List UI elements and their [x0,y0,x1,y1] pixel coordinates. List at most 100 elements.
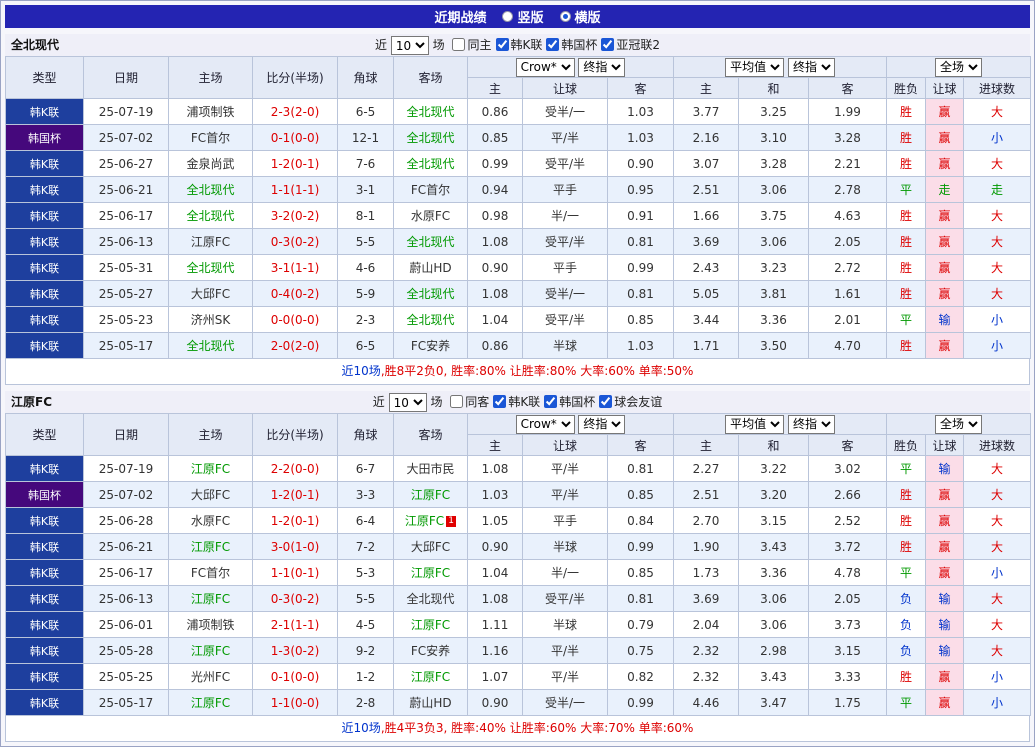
filter-checkbox[interactable]: 韩国杯 [544,395,595,409]
home-team[interactable]: 全北现代 [169,333,253,359]
away-team[interactable]: 江原FC [394,664,468,690]
score[interactable]: 0-3(0-2) [253,229,338,255]
score[interactable]: 1-1(0-1) [253,560,338,586]
avg-source-select[interactable]: 平均值 [725,415,784,434]
checkbox-icon[interactable] [546,38,559,51]
score[interactable]: 1-1(1-1) [253,177,338,203]
away-team[interactable]: FC安养 [394,638,468,664]
score[interactable]: 1-2(0-1) [253,508,338,534]
home-team[interactable]: 浦项制铁 [169,99,253,125]
away-team[interactable]: 江原FC1 [394,508,468,534]
checkbox-icon[interactable] [544,395,557,408]
avg-final-select[interactable]: 终指 [788,58,835,77]
score[interactable]: 1-3(0-2) [253,638,338,664]
filter-checkbox[interactable]: 同主 [452,38,491,52]
filter-checkbox[interactable]: 球会友谊 [599,395,662,409]
filter-checkbox[interactable]: 韩K联 [496,38,543,52]
scope-select[interactable]: 全场 [935,58,982,77]
scope-select[interactable]: 全场 [935,415,982,434]
away-team[interactable]: 蔚山HD [394,255,468,281]
home-team[interactable]: 江原FC [169,586,253,612]
home-team[interactable]: 全北现代 [169,177,253,203]
score[interactable]: 0-0(0-0) [253,307,338,333]
result-goals: 小 [964,307,1031,333]
home-team[interactable]: 江原FC [169,229,253,255]
score[interactable]: 2-0(2-0) [253,333,338,359]
filter-checkbox[interactable]: 同客 [450,395,489,409]
odds-final-select[interactable]: 终指 [578,415,625,434]
home-team[interactable]: FC首尔 [169,125,253,151]
score[interactable]: 0-4(0-2) [253,281,338,307]
filter-checkbox[interactable]: 亚冠联2 [601,38,660,52]
home-team[interactable]: 江原FC [169,534,253,560]
away-team[interactable]: 大田市民 [394,456,468,482]
checkbox-icon[interactable] [496,38,509,51]
match-count-select[interactable]: 10 [389,393,427,412]
checkbox-icon[interactable] [450,395,463,408]
result-goals: 大 [964,203,1031,229]
checkbox-icon[interactable] [601,38,614,51]
score[interactable]: 0-1(0-0) [253,664,338,690]
away-team[interactable]: 全北现代 [394,281,468,307]
filter-checkbox[interactable]: 韩国杯 [546,38,597,52]
away-team[interactable]: 全北现代 [394,229,468,255]
away-team[interactable]: 全北现代 [394,151,468,177]
radio-horizontal-icon[interactable] [560,11,571,22]
home-team[interactable]: 江原FC [169,690,253,716]
home-team[interactable]: 全北现代 [169,203,253,229]
score[interactable]: 0-3(0-2) [253,586,338,612]
home-team[interactable]: 江原FC [169,638,253,664]
radio-vertical-icon[interactable] [502,11,513,22]
checkbox-icon[interactable] [599,395,612,408]
score[interactable]: 1-2(0-1) [253,482,338,508]
home-team[interactable]: 水原FC [169,508,253,534]
score[interactable]: 3-1(1-1) [253,255,338,281]
view-option-horizontal[interactable]: 横版 [560,7,601,26]
away-team[interactable]: 江原FC [394,482,468,508]
score[interactable]: 3-2(0-2) [253,203,338,229]
odds-source-select[interactable]: Crow* [516,415,575,434]
away-team[interactable]: 蔚山HD [394,690,468,716]
away-team[interactable]: 全北现代 [394,125,468,151]
handicap-line: 平手 [523,177,608,203]
odds-home: 0.99 [468,151,523,177]
score[interactable]: 2-1(1-1) [253,612,338,638]
odds-source-select[interactable]: Crow* [516,58,575,77]
away-team[interactable]: FC安养 [394,333,468,359]
checkbox-icon[interactable] [493,395,506,408]
away-team[interactable]: 全北现代 [394,307,468,333]
home-team[interactable]: 浦项制铁 [169,612,253,638]
away-team[interactable]: 全北现代 [394,586,468,612]
match-count-select[interactable]: 10 [391,36,429,55]
avg-draw-odds: 3.47 [739,690,809,716]
score[interactable]: 2-2(0-0) [253,456,338,482]
home-team[interactable]: 江原FC [169,456,253,482]
home-team[interactable]: FC首尔 [169,560,253,586]
score[interactable]: 1-2(0-1) [253,151,338,177]
score[interactable]: 3-0(1-0) [253,534,338,560]
match-date: 25-06-13 [84,229,169,255]
away-team[interactable]: 江原FC [394,612,468,638]
away-team[interactable]: FC首尔 [394,177,468,203]
away-team[interactable]: 全北现代 [394,99,468,125]
home-team[interactable]: 大邱FC [169,281,253,307]
away-team[interactable]: 江原FC [394,560,468,586]
match-date: 25-05-17 [84,333,169,359]
score[interactable]: 2-3(2-0) [253,99,338,125]
avg-final-select[interactable]: 终指 [788,415,835,434]
score[interactable]: 0-1(0-0) [253,125,338,151]
checkbox-icon[interactable] [452,38,465,51]
filter-checkbox[interactable]: 韩K联 [493,395,540,409]
home-team[interactable]: 光州FC [169,664,253,690]
home-team[interactable]: 全北现代 [169,255,253,281]
home-team[interactable]: 大邱FC [169,482,253,508]
home-team[interactable]: 金泉尚武 [169,151,253,177]
odds-final-select[interactable]: 终指 [578,58,625,77]
away-team[interactable]: 大邱FC [394,534,468,560]
score[interactable]: 1-1(0-0) [253,690,338,716]
home-team[interactable]: 济州SK [169,307,253,333]
avg-source-select[interactable]: 平均值 [725,58,784,77]
match-date: 25-05-17 [84,690,169,716]
away-team[interactable]: 水原FC [394,203,468,229]
view-option-vertical[interactable]: 竖版 [502,7,543,26]
